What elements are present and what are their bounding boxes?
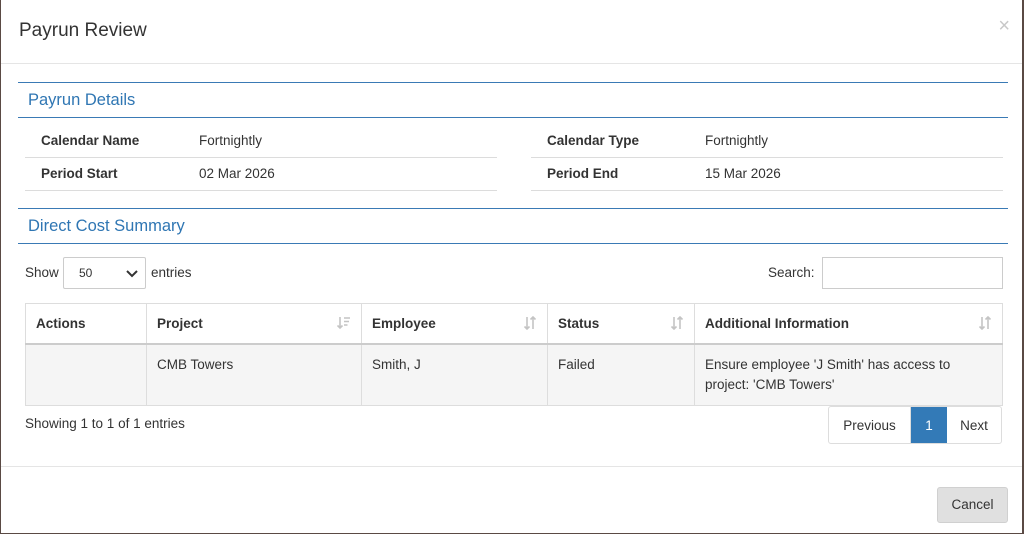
- calendar-type-row: Calendar Type Fortnightly: [531, 124, 1003, 158]
- cell-actions: [25, 343, 147, 406]
- show-label: Show: [25, 265, 59, 280]
- period-start-value: 02 Mar 2026: [199, 166, 275, 181]
- direct-cost-summary-heading: Direct Cost Summary: [18, 208, 1008, 244]
- table-info-text: Showing 1 to 1 of 1 entries: [25, 416, 185, 431]
- sort-icon: [523, 315, 537, 333]
- column-header-actions: Actions: [25, 303, 147, 345]
- period-end-label: Period End: [547, 166, 619, 181]
- page-length-select[interactable]: 50: [63, 257, 146, 289]
- cell-project: CMB Towers: [146, 343, 362, 406]
- column-header-status[interactable]: Status: [547, 303, 695, 345]
- calendar-name-value: Fortnightly: [199, 133, 263, 148]
- calendar-name-label: Calendar Name: [41, 133, 140, 148]
- search-label: Search:: [768, 265, 815, 280]
- column-header-project[interactable]: Project: [146, 303, 362, 345]
- column-header-employee[interactable]: Employee: [361, 303, 548, 345]
- cell-status: Failed: [547, 343, 695, 406]
- period-end-row: Period End 15 Mar 2026: [531, 157, 1003, 191]
- pagination: Previous 1 Next: [828, 406, 1002, 444]
- period-start-label: Period Start: [41, 166, 118, 181]
- payrun-details-section: Payrun Details: [18, 82, 1008, 118]
- sort-icon: [670, 315, 684, 333]
- payrun-details-heading: Payrun Details: [18, 82, 1008, 118]
- payrun-review-modal: Payrun Review × Payrun Details Calendar …: [1, 0, 1022, 533]
- modal-footer: Cancel: [1, 466, 1022, 534]
- previous-page-button[interactable]: Previous: [829, 407, 911, 443]
- modal-title: Payrun Review: [19, 20, 147, 41]
- next-page-button[interactable]: Next: [947, 407, 1001, 443]
- period-end-value: 15 Mar 2026: [705, 166, 781, 181]
- search-input[interactable]: [822, 257, 1003, 289]
- calendar-type-value: Fortnightly: [705, 133, 769, 148]
- modal-header: Payrun Review ×: [1, 0, 1022, 64]
- calendar-name-row: Calendar Name Fortnightly: [25, 124, 497, 158]
- cancel-button[interactable]: Cancel: [937, 487, 1008, 523]
- entries-label: entries: [151, 265, 192, 280]
- page-length-value: 50: [79, 266, 93, 280]
- calendar-type-label: Calendar Type: [547, 133, 640, 148]
- cell-employee: Smith, J: [361, 343, 548, 406]
- chevron-down-icon: [125, 264, 139, 285]
- cell-additional-information: Ensure employee 'J Smith' has access to …: [694, 343, 1003, 406]
- period-start-row: Period Start 02 Mar 2026: [25, 157, 497, 191]
- direct-cost-summary-section: Direct Cost Summary: [18, 208, 1008, 244]
- sort-desc-icon: [336, 316, 351, 333]
- table-row: CMB Towers Smith, J Failed Ensure employ…: [25, 343, 1003, 406]
- sort-icon: [978, 315, 992, 333]
- direct-cost-table: Actions Project Employee Status Addition…: [25, 303, 1003, 406]
- column-header-additional-information[interactable]: Additional Information: [694, 303, 1003, 345]
- page-1-button[interactable]: 1: [911, 407, 947, 443]
- close-button[interactable]: ×: [998, 16, 1010, 36]
